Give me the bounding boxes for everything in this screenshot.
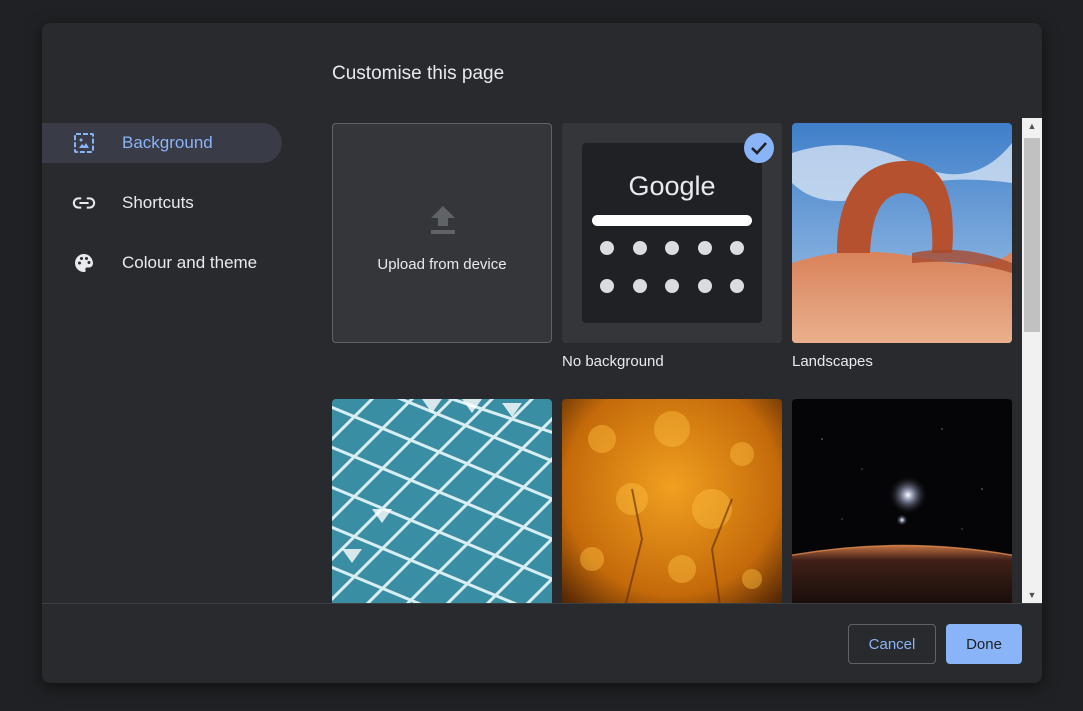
upload-icon xyxy=(429,204,457,241)
done-button[interactable]: Done xyxy=(946,624,1022,664)
architecture-tile[interactable] xyxy=(332,399,552,603)
palette-icon xyxy=(72,251,96,275)
glass-facade-image xyxy=(332,399,552,603)
sidebar: Background Shortcuts Colour and theme xyxy=(42,123,282,303)
cancel-button[interactable]: Cancel xyxy=(848,624,936,664)
texture-tile[interactable] xyxy=(562,399,782,603)
dialog-title: Customise this page xyxy=(332,63,505,84)
space-tile[interactable] xyxy=(792,399,1012,603)
no-background-tile[interactable]: Google xyxy=(562,123,782,343)
selected-check-icon xyxy=(744,133,774,163)
content-scrollbar[interactable]: ▲ ▼ xyxy=(1022,118,1042,603)
sidebar-item-label: Background xyxy=(122,133,213,152)
search-bar-preview xyxy=(592,215,752,226)
sidebar-item-shortcuts[interactable]: Shortcuts xyxy=(42,183,282,223)
landscapes-tile[interactable] xyxy=(792,123,1012,343)
sidebar-item-background[interactable]: Background xyxy=(42,123,282,163)
orange-texture-image xyxy=(562,399,782,603)
no-background-label: No background xyxy=(562,353,664,370)
upload-from-device-tile[interactable]: Upload from device xyxy=(332,123,552,343)
sidebar-item-colour-and-theme[interactable]: Colour and theme xyxy=(42,243,282,283)
background-grid: Upload from device Google No background xyxy=(332,123,1022,603)
shortcut-dots-preview xyxy=(600,241,746,293)
sidebar-item-label: Colour and theme xyxy=(122,253,258,272)
link-icon xyxy=(72,191,96,215)
new-tab-preview: Google xyxy=(582,143,762,323)
scroll-up-icon[interactable]: ▲ xyxy=(1022,118,1042,134)
landscapes-label: Landscapes xyxy=(792,353,873,370)
footer-divider xyxy=(42,603,1042,604)
image-icon xyxy=(72,131,96,155)
sidebar-item-label: Shortcuts xyxy=(122,193,194,212)
upload-label: Upload from device xyxy=(377,256,507,273)
customise-dialog: Customise this page Background Shortcuts… xyxy=(42,23,1042,683)
landscape-arch-image xyxy=(792,123,1012,343)
scroll-down-icon[interactable]: ▼ xyxy=(1022,587,1042,603)
scroll-thumb[interactable] xyxy=(1024,138,1040,332)
google-logo: Google xyxy=(628,171,716,201)
planet-horizon-image xyxy=(792,399,1012,603)
